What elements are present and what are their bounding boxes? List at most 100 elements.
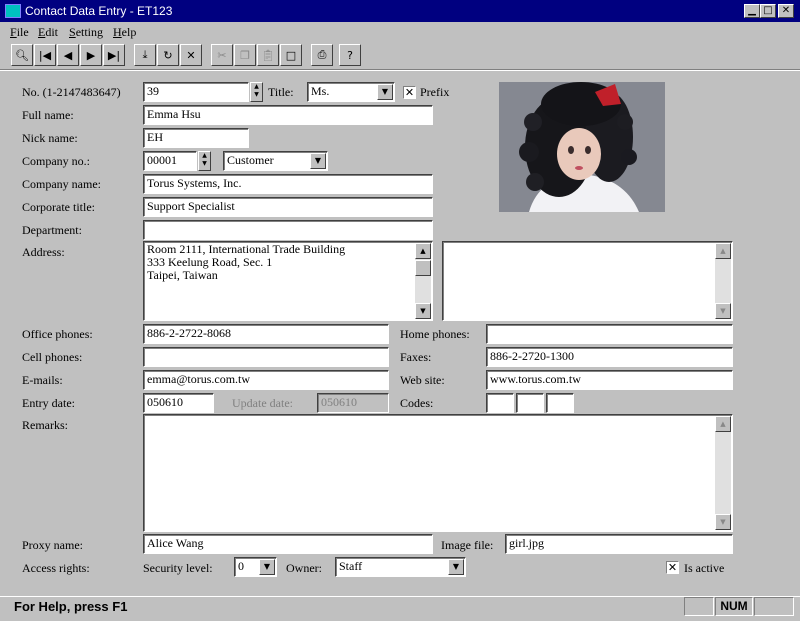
address-2-textarea[interactable]: ▲ ▼ xyxy=(442,241,733,321)
image-file-input[interactable]: girl.jpg xyxy=(505,534,733,554)
code-input-3[interactable] xyxy=(546,393,574,413)
spin-down-icon: ▼ xyxy=(254,91,259,98)
cell-phones-input[interactable] xyxy=(143,347,389,367)
image-file-label: Image file: xyxy=(441,538,494,552)
menu-edit[interactable]: Edit xyxy=(38,25,58,40)
refresh-button[interactable]: ↻ xyxy=(157,44,179,66)
company-no-input[interactable]: 00001 xyxy=(143,151,197,171)
remarks-scrollbar[interactable]: ▲ ▼ xyxy=(715,416,731,530)
is-active-label: Is active xyxy=(684,561,725,575)
scroll-down-icon[interactable]: ▼ xyxy=(415,303,431,319)
paste-icon: 📋︎ xyxy=(261,48,275,62)
cell-phones-label: Cell phones: xyxy=(22,350,83,364)
next-record-button[interactable]: ▶ xyxy=(80,44,102,66)
spin-down-icon: ▼ xyxy=(202,160,207,167)
maximize-button[interactable]: □ xyxy=(760,4,776,18)
security-level-value: 0 xyxy=(238,559,244,573)
delete-button[interactable]: ✕ xyxy=(180,44,202,66)
access-rights-label: Access rights: xyxy=(22,561,90,575)
magnifier-icon: 🔍︎ xyxy=(15,48,29,62)
prefix-label: Prefix xyxy=(420,85,450,99)
status-panel-caps xyxy=(684,597,714,616)
minimize-button[interactable]: ▁ xyxy=(744,4,760,18)
status-panel-num: NUM xyxy=(715,597,753,616)
office-phones-label: Office phones: xyxy=(22,327,93,341)
status-panel-scroll xyxy=(754,597,794,616)
owner-value: Staff xyxy=(339,559,363,573)
paste-button[interactable]: 📋︎ xyxy=(257,44,279,66)
save-button[interactable]: ⤓ xyxy=(134,44,156,66)
help-button[interactable]: ? xyxy=(339,44,361,66)
corporate-title-label: Corporate title: xyxy=(22,200,95,214)
scroll-up-icon[interactable]: ▲ xyxy=(715,416,731,432)
scroll-up-icon[interactable]: ▲ xyxy=(415,243,431,259)
first-record-button[interactable]: |◀ xyxy=(34,44,56,66)
chevron-down-icon[interactable]: ▼ xyxy=(448,559,464,575)
department-input[interactable] xyxy=(143,220,433,240)
address-scrollbar[interactable]: ▲ ▼ xyxy=(415,243,431,319)
security-level-label: Security level: xyxy=(143,561,213,575)
menu-help[interactable]: Help xyxy=(113,25,136,40)
emails-input[interactable]: emma@torus.com.tw xyxy=(143,370,389,390)
print-button[interactable]: ⎙ xyxy=(311,44,333,66)
last-record-button[interactable]: ▶| xyxy=(103,44,125,66)
menu-setting[interactable]: Setting xyxy=(69,25,103,40)
close-icon: ✕ xyxy=(781,5,791,16)
office-phones-input[interactable]: 886-2-2722-8068 xyxy=(143,324,389,344)
company-name-input[interactable]: Torus Systems, Inc. xyxy=(143,174,433,194)
address-2-scrollbar[interactable]: ▲ ▼ xyxy=(715,243,731,319)
company-type-value: Customer xyxy=(227,153,274,167)
refresh-icon: ↻ xyxy=(163,48,173,62)
scroll-up-icon[interactable]: ▲ xyxy=(715,243,731,259)
no-input[interactable]: 39 xyxy=(143,82,249,102)
scissors-icon: ✂ xyxy=(217,48,227,62)
prefix-checkbox[interactable]: ✕ xyxy=(403,86,416,99)
blank-page-icon: □ xyxy=(285,48,297,62)
chevron-down-icon[interactable]: ▼ xyxy=(259,559,275,575)
owner-label: Owner: xyxy=(286,561,322,575)
code-input-2[interactable] xyxy=(516,393,544,413)
cut-button[interactable]: ✂ xyxy=(211,44,233,66)
proxy-name-input[interactable]: Alice Wang xyxy=(143,534,433,554)
app-icon[interactable] xyxy=(5,4,21,18)
company-no-label: Company no.: xyxy=(22,154,90,168)
chevron-down-icon[interactable]: ▼ xyxy=(377,84,393,100)
is-active-checkbox[interactable]: ✕ xyxy=(666,561,679,574)
corporate-title-input[interactable]: Support Specialist xyxy=(143,197,433,217)
copy-button[interactable]: ❐ xyxy=(234,44,256,66)
find-button[interactable]: 🔍︎ xyxy=(11,44,33,66)
address-textarea[interactable]: Room 2111, International Trade Building … xyxy=(143,241,433,321)
close-window-button[interactable]: ✕ xyxy=(778,4,794,18)
first-icon: |◀ xyxy=(38,48,52,62)
menu-file[interactable]: File xyxy=(10,25,29,40)
code-input-1[interactable] xyxy=(486,393,514,413)
no-label: No. (1-2147483647) xyxy=(22,85,121,99)
spin-up-icon: ▲ xyxy=(254,83,259,90)
scroll-down-icon[interactable]: ▼ xyxy=(715,303,731,319)
entry-date-input[interactable]: 050610 xyxy=(143,393,214,413)
new-record-button[interactable]: □ xyxy=(280,44,302,66)
emails-label: E-mails: xyxy=(22,373,63,387)
scroll-thumb[interactable] xyxy=(415,260,431,276)
company-name-label: Company name: xyxy=(22,177,101,191)
title-select[interactable]: Ms. ▼ xyxy=(307,82,395,102)
web-site-input[interactable]: www.torus.com.tw xyxy=(486,370,733,390)
faxes-input[interactable]: 886-2-2720-1300 xyxy=(486,347,733,367)
home-phones-input[interactable] xyxy=(486,324,733,344)
nick-name-input[interactable]: EH xyxy=(143,128,249,148)
web-site-label: Web site: xyxy=(400,373,445,387)
full-name-input[interactable]: Emma Hsu xyxy=(143,105,433,125)
no-spinner[interactable]: ▲ ▼ xyxy=(250,82,263,102)
company-no-spinner[interactable]: ▲ ▼ xyxy=(198,151,211,171)
remarks-label: Remarks: xyxy=(22,418,68,432)
previous-record-button[interactable]: ◀ xyxy=(57,44,79,66)
security-level-select[interactable]: 0 ▼ xyxy=(234,557,277,577)
chevron-down-icon[interactable]: ▼ xyxy=(310,153,326,169)
update-date-label: Update date: xyxy=(232,396,293,410)
entry-date-label: Entry date: xyxy=(22,396,75,410)
owner-select[interactable]: Staff ▼ xyxy=(335,557,466,577)
company-type-select[interactable]: Customer ▼ xyxy=(223,151,328,171)
remarks-textarea[interactable]: ▲ ▼ xyxy=(143,414,733,532)
scroll-down-icon[interactable]: ▼ xyxy=(715,514,731,530)
doll-photo-image xyxy=(499,82,665,212)
